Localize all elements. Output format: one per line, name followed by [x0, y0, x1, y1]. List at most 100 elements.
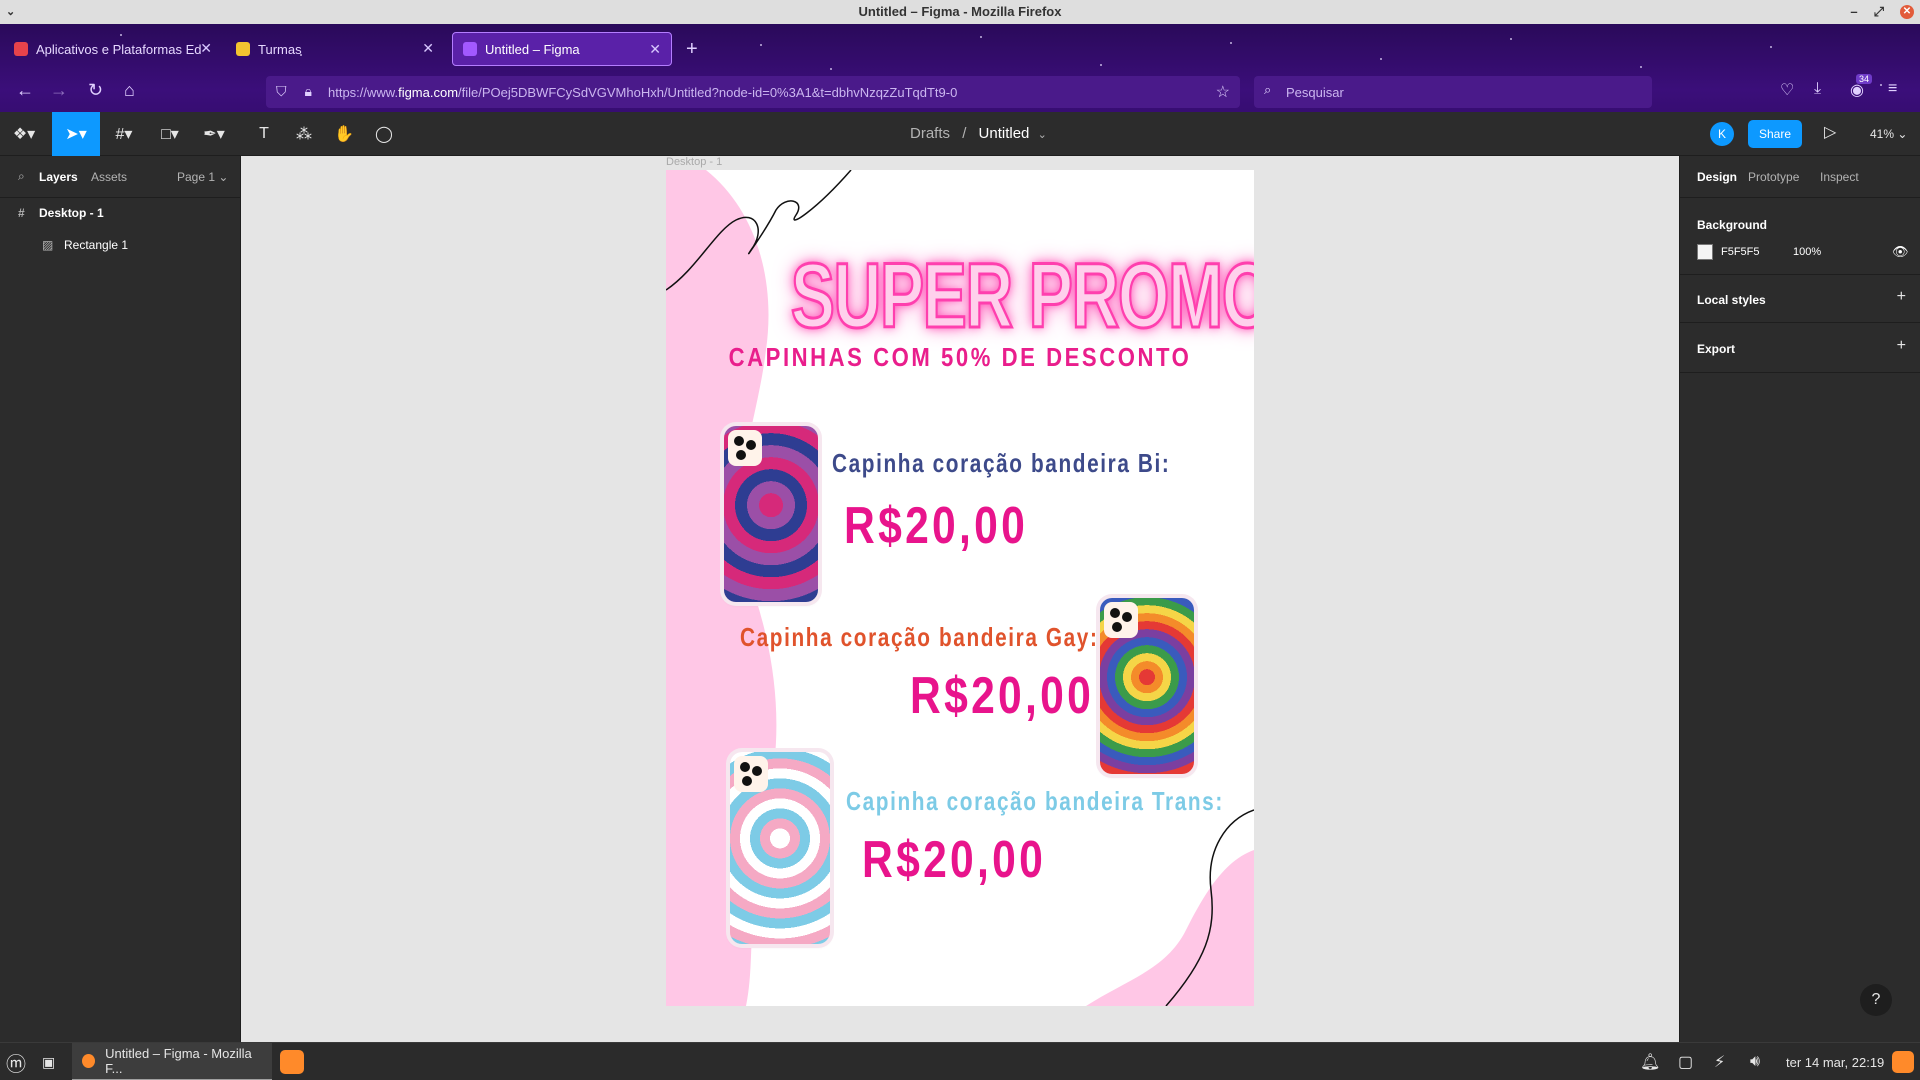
layer-name: Desktop - 1 [39, 206, 104, 220]
poster-frame[interactable]: SUPER PROMOÇÃO!! CAPINHAS COM 50% DE DES… [666, 170, 1254, 1006]
comment-tool-icon[interactable]: ◯ [366, 112, 402, 156]
pocket-icon[interactable]: ♡ [1780, 80, 1794, 100]
taskbar-firefox-window[interactable]: Untitled – Figma - Mozilla F... [72, 1043, 272, 1080]
file-name[interactable]: Untitled [979, 125, 1030, 142]
volume-icon[interactable]: 🔊︎ [1750, 1043, 1760, 1080]
search-bar[interactable]: ⌕ Pesquisar [1254, 76, 1652, 108]
background-swatch[interactable] [1697, 244, 1713, 260]
tab-aplicativos[interactable]: Aplicativos e Plataformas Ed ✕ [4, 32, 222, 66]
tab-close-icon[interactable]: ✕ [649, 41, 661, 58]
chevron-down-icon[interactable]: ⌄ [1038, 129, 1047, 141]
layer-desktop-1[interactable]: # Desktop - 1 [18, 198, 104, 228]
phone-camera [1104, 602, 1138, 638]
item-price-gay: R$20,00 [910, 667, 1095, 725]
window-titlebar: ⌄ Untitled – Figma - Mozilla Firefox – ⤢… [0, 0, 1920, 24]
design-canvas[interactable]: Desktop - 1 SUPER PROMOÇÃO!! CAPINHAS CO… [241, 156, 1679, 1042]
window-menu-icon[interactable]: ⌄ [6, 0, 15, 24]
frame-label[interactable]: Desktop - 1 [666, 156, 722, 168]
start-menu-icon[interactable]: ⓜ [6, 1043, 26, 1080]
tab-close-icon[interactable]: ✕ [422, 40, 434, 57]
add-export-icon[interactable]: + [1897, 337, 1906, 355]
design-panel: Design Prototype Inspect Background F5F5… [1679, 156, 1920, 1042]
phone-case-gay [1100, 598, 1194, 774]
background-opacity[interactable]: 100% [1793, 246, 1821, 258]
phone-camera [734, 756, 768, 792]
zoom-value: 41% [1870, 127, 1895, 141]
figma-toolbar: ❖▾ ➤▾ #▾ □▾ ✒▾ T ⁂ ✋ ◯ Drafts / Untitled… [0, 112, 1920, 156]
firefox-icon [82, 1054, 96, 1068]
forward-icon[interactable]: → [50, 80, 68, 101]
page-selector[interactable]: Page 1 ⌄ [177, 170, 228, 184]
search-icon[interactable]: ⌕ [18, 169, 25, 184]
search-placeholder: Pesquisar [1286, 84, 1344, 100]
add-local-style-icon[interactable]: + [1897, 288, 1906, 306]
layer-name: Rectangle 1 [64, 238, 129, 252]
layers-panel: ⌕ Layers Assets Page 1 ⌄ # Desktop - 1 ▨… [0, 156, 241, 1042]
tab-design[interactable]: Design [1697, 170, 1737, 184]
downloads-icon[interactable]: ⤓ [1814, 80, 1821, 98]
item-label-gay: Capinha coração bandeira Gay: [740, 622, 1099, 652]
share-button[interactable]: Share [1748, 120, 1802, 148]
tab-favicon-icon [14, 42, 28, 56]
taskbar-window-label: Untitled – Figma - Mozilla F... [105, 1046, 252, 1076]
zoom-dropdown[interactable]: 41% ⌄ [1870, 112, 1907, 156]
firefox-launcher-icon[interactable] [280, 1043, 304, 1080]
item-label-bi: Capinha coração bandeira Bi: [832, 448, 1171, 478]
url-bar[interactable]: ⛉ 🔒︎ https://www. figma.com/file/POej5DBW… [266, 76, 1240, 108]
page-name: Page 1 [177, 170, 216, 184]
frame-tool-icon[interactable]: #▾ [106, 112, 142, 156]
present-play-icon[interactable]: ▷ [1824, 122, 1836, 142]
layer-rectangle-1[interactable]: ▨ Rectangle 1 [42, 230, 128, 260]
terminal-icon[interactable]: ▣ [42, 1043, 55, 1080]
tab-figma-untitled[interactable]: Untitled – Figma ✕ [452, 32, 672, 66]
eye-icon[interactable]: 👁︎ [1892, 244, 1909, 260]
lock-icon[interactable]: 🔒︎ [305, 83, 312, 100]
close-window-icon[interactable]: ✕ [1900, 5, 1914, 19]
tab-label: Untitled – Figma [485, 41, 580, 57]
menu-hamburger-icon[interactable]: ≡ [1888, 80, 1897, 98]
text-tool-icon[interactable]: T [246, 112, 282, 156]
breadcrumb: Drafts / Untitled ⌄ [910, 112, 1047, 156]
tab-inspect[interactable]: Inspect [1820, 170, 1859, 184]
breadcrumb-separator: / [962, 125, 967, 142]
poster-title: SUPER PROMOÇÃO!! [790, 244, 1254, 349]
window-switch-icon[interactable]: ▢ [1678, 1043, 1693, 1080]
tab-assets[interactable]: Assets [91, 170, 127, 184]
tab-label: Turmas [258, 41, 302, 57]
tab-layers[interactable]: Layers [39, 170, 78, 184]
home-icon[interactable]: ⌂ [124, 80, 135, 101]
phone-case-bi [724, 426, 818, 602]
os-taskbar: ⓜ ▣ Untitled – Figma - Mozilla F... 🔔︎ ▢… [0, 1042, 1920, 1080]
back-icon[interactable]: ← [16, 80, 34, 101]
minimize-icon[interactable]: – [1850, 0, 1857, 24]
clock[interactable]: ter 14 mar, 22:19 [1786, 1043, 1884, 1080]
tab-prototype[interactable]: Prototype [1748, 170, 1799, 184]
resources-icon[interactable]: ⁂ [286, 112, 322, 156]
power-icon[interactable]: ⚡︎ [1714, 1043, 1725, 1080]
background-section-title: Background [1697, 218, 1768, 232]
hand-tool-icon[interactable]: ✋ [326, 112, 362, 156]
shield-icon[interactable]: ⛉ [276, 83, 287, 100]
frame-icon: # [18, 206, 25, 220]
shape-tool-icon[interactable]: □▾ [152, 112, 188, 156]
background-hex[interactable]: F5F5F5 [1721, 246, 1760, 258]
maximize-icon[interactable]: ⤢ [1874, 0, 1884, 24]
move-tool-icon[interactable]: ➤▾ [52, 112, 100, 156]
pen-tool-icon[interactable]: ✒▾ [196, 112, 232, 156]
window-title: Untitled – Figma - Mozilla Firefox [858, 4, 1062, 19]
new-tab-icon[interactable]: + [686, 38, 698, 61]
updates-icon[interactable] [1892, 1043, 1914, 1080]
item-price-bi: R$20,00 [844, 497, 1029, 555]
tab-turmas[interactable]: Turmas ✕ [226, 32, 444, 66]
help-icon[interactable]: ? [1860, 984, 1892, 1016]
image-icon: ▨ [42, 238, 54, 252]
reload-icon[interactable]: ↻ [88, 80, 103, 101]
tab-label: Aplicativos e Plataformas Ed [36, 41, 202, 57]
tab-close-icon[interactable]: ✕ [200, 40, 212, 57]
phone-camera [728, 430, 762, 466]
breadcrumb-drafts[interactable]: Drafts [910, 125, 950, 142]
figma-menu-icon[interactable]: ❖▾ [4, 112, 44, 156]
notifications-icon[interactable]: 🔔︎ [1640, 1043, 1660, 1080]
avatar[interactable]: K [1710, 122, 1734, 146]
bookmark-star-icon[interactable]: ☆ [1216, 82, 1230, 102]
